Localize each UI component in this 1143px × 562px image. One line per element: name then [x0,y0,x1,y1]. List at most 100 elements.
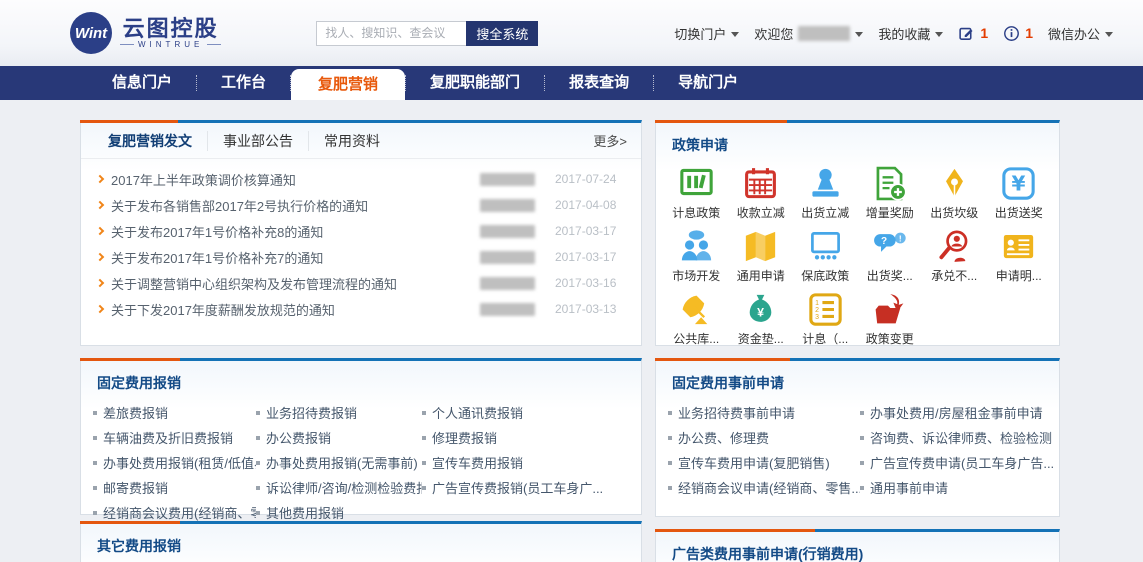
id-card-icon [1000,228,1037,265]
svg-text:?: ? [881,236,887,247]
expense-link[interactable]: 差旅费报销 [93,400,256,425]
search-input[interactable] [316,21,466,46]
nav-item-1[interactable]: 信息门户 [88,66,196,100]
expense-link[interactable]: 车辆油费及折旧费报销 [93,425,256,450]
notice-item[interactable]: 关于发布2017年1号价格补充7的通知2017-03-17 [95,244,627,270]
pre-application-link[interactable]: 通用事前申请 [860,475,1059,500]
books-icon [678,165,715,202]
expense-link[interactable]: 办事处费用报销(租赁/低值易... [93,450,256,475]
notice-tab-2[interactable]: 事业部公告 [207,131,308,151]
stamp-icon [807,165,844,202]
policy-item-pen-nib[interactable]: 出货坎级 [922,165,987,221]
nav-item-6[interactable]: 导航门户 [654,66,762,100]
policy-item-map[interactable]: 通用申请 [729,228,794,284]
fixed-expense-panel: 固定费用报销 差旅费报销业务招待费报销个人通讯费报销车辆油费及折旧费报销办公费报… [80,358,642,515]
pre-application-link[interactable]: 办公费、修理费 [668,425,860,450]
notice-date: 2017-03-16 [555,276,627,290]
logo-brand-name: WINTRUE [120,40,221,49]
policy-item-magnifier-person[interactable]: 承兑不... [922,228,987,284]
ad-expense-panel: 广告类费用事前申请(行销费用) [655,529,1060,562]
policy-item-satellite[interactable]: 公共库... [664,291,729,347]
expense-link[interactable]: 诉讼律师/咨询/检测检验费报... [256,475,422,500]
more-link[interactable]: 更多> [593,131,641,150]
expense-link[interactable]: 办公费报销 [256,425,422,450]
policy-item-chat-bubbles[interactable]: ?!出货奖... [858,228,923,284]
policy-item-calendar[interactable]: 收款立减 [729,165,794,221]
notice-item[interactable]: 关于发布各销售部2017年2号执行价格的通知 2017-04-08 [95,192,627,218]
favorites-menu[interactable]: 我的收藏 [878,24,943,43]
expense-link[interactable]: 办事处费用报销(无需事前) [256,450,422,475]
policy-item-id-card[interactable]: 申请明... [987,228,1052,284]
pre-application-link[interactable]: 咨询费、诉讼律师费、检验检测 [860,425,1059,450]
policy-item-yuan-square[interactable]: ¥出货送奖 [987,165,1052,221]
pre-application-links: 业务招待费事前申请办事处费用/房屋租金事前申请办公费、修理费咨询费、诉讼律师费、… [656,397,1059,500]
expense-link[interactable]: 业务招待费报销 [256,400,422,425]
policy-item-books[interactable]: 计息政策 [664,165,729,221]
policy-item-label: 出货立减 [801,204,849,221]
expense-link[interactable]: 修理费报销 [422,425,641,450]
panel-title: 广告类费用事前申请(行销费用) [656,532,1059,562]
map-icon [742,228,779,265]
chevron-right-icon [96,253,104,261]
yuan-square-icon: ¥ [1000,165,1037,202]
chevron-right-icon [96,279,104,287]
info-indicator[interactable]: 1 [1003,25,1033,42]
policy-item-numbered-list[interactable]: 123计息（... [793,291,858,347]
expense-link[interactable]: 个人通讯费报销 [422,400,641,425]
nav-item-5[interactable]: 报表查询 [545,66,653,100]
people-chat-icon [678,228,715,265]
nav-item-4[interactable]: 复肥职能部门 [406,66,544,100]
notice-item[interactable]: 2017年上半年政策调价核算通知2017-07-24 [95,166,627,192]
notice-item[interactable]: 关于发布2017年1号价格补充8的通知2017-03-17 [95,218,627,244]
satellite-icon [678,291,715,328]
policy-item-stamp[interactable]: 出货立减 [793,165,858,221]
policy-item-doc-plus[interactable]: 增量奖励 [858,165,923,221]
pre-application-link[interactable]: 办事处费用/房屋租金事前申请 [860,400,1059,425]
expense-link[interactable]: 宣传车费用报销 [422,450,641,475]
expense-link[interactable]: 邮寄费报销 [93,475,256,500]
pre-application-panel: 固定费用事前申请 业务招待费事前申请办事处费用/房屋租金事前申请办公费、修理费咨… [655,358,1060,517]
notice-title: 关于发布各销售部2017年2号执行价格的通知 [111,196,472,215]
svg-text:!: ! [899,233,902,243]
nav-item-3[interactable]: 复肥营销 [291,69,405,100]
policy-item-people-chat[interactable]: 市场开发 [664,228,729,284]
nav-item-2[interactable]: 工作台 [197,66,290,100]
chevron-down-icon [731,32,739,37]
pre-application-link[interactable]: 业务招待费事前申请 [668,400,860,425]
switch-portal-menu[interactable]: 切换门户 [674,24,739,43]
pre-application-link[interactable]: 经销商会议申请(经销商、零售... [668,475,860,500]
policy-application-panel: 政策申请 计息政策收款立减出货立减增量奖励出货坎级¥出货送奖市场开发通用申请保底… [655,120,1060,346]
chevron-right-icon [96,201,104,209]
policy-item-money-bag[interactable]: ¥资金垫... [729,291,794,347]
redacted-username [798,26,850,41]
chevron-right-icon [96,175,104,183]
redacted-author [480,199,535,212]
notice-list: 2017年上半年政策调价核算通知2017-07-24关于发布各销售部2017年2… [81,159,641,322]
policy-item-label: 收款立减 [737,204,785,221]
notice-item[interactable]: 关于调整营销中心组织架构及发布管理流程的通知2017-03-16 [95,270,627,296]
notice-item[interactable]: 关于下发2017年度薪酬发放规范的通知2017-03-13 [95,296,627,322]
welcome-user-menu[interactable]: 欢迎您 [754,24,863,43]
notice-date: 2017-03-13 [555,302,627,316]
user-menu: 切换门户 欢迎您 我的收藏 1 1 微信办公 [674,24,1113,43]
search-button[interactable]: 搜全系统 [466,21,538,46]
expense-link[interactable]: 广告宣传费报销(员工车身广... [422,475,641,500]
policy-item-presentation[interactable]: 保底政策 [793,228,858,284]
todo-indicator[interactable]: 1 [958,25,988,42]
pre-application-link[interactable]: 广告宣传费申请(员工车身广告... [860,450,1059,475]
notice-tab-1[interactable]: 复肥营销发文 [93,131,207,151]
policy-item-folder-arrow[interactable]: 政策变更 [858,291,923,347]
notice-date: 2017-04-08 [555,198,627,212]
redacted-author [480,173,535,186]
company-logo: Wint 云图控股 WINTRUE [70,12,221,54]
todo-count-badge: 1 [980,25,988,41]
svg-text:¥: ¥ [1012,171,1026,195]
main-nav: 信息门户工作台复肥营销复肥职能部门报表查询导航门户 [0,66,1143,100]
wechat-office-menu[interactable]: 微信办公 [1048,24,1113,43]
policy-item-label: 承兑不... [931,267,977,284]
pre-application-link[interactable]: 宣传车费用申请(复肥销售) [668,450,860,475]
main-nav-list: 信息门户工作台复肥营销复肥职能部门报表查询导航门户 [88,66,762,100]
notice-tab-3[interactable]: 常用资料 [308,131,395,151]
policy-item-label: 公共库... [673,330,719,347]
svg-text:2: 2 [815,307,819,314]
